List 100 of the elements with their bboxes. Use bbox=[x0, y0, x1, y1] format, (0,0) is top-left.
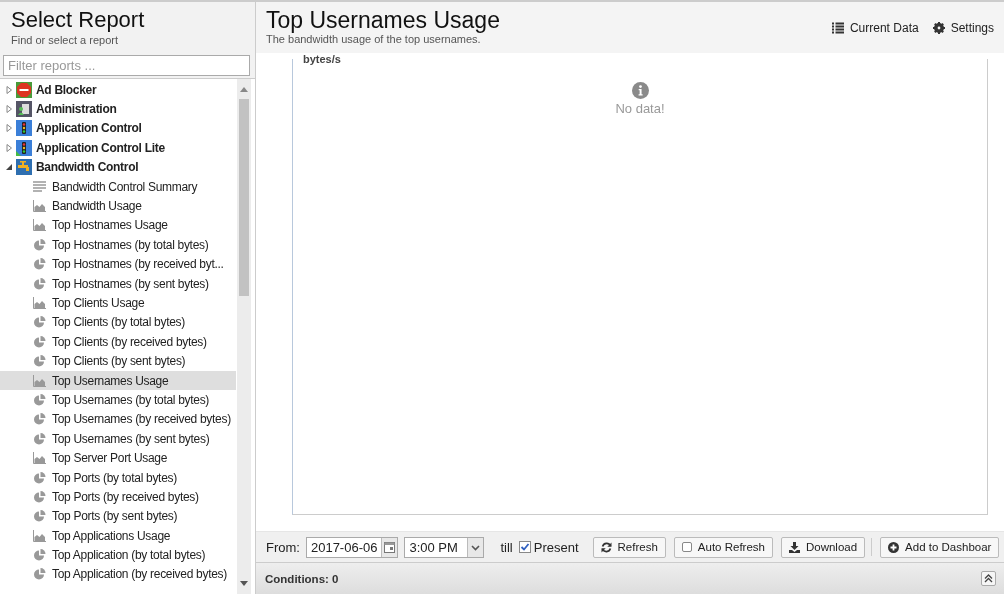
tree-item[interactable]: Top Clients (by sent bytes) bbox=[0, 351, 236, 371]
item-label: Bandwidth Control Summary bbox=[52, 179, 198, 194]
item-label: Top Hostnames (by received byt... bbox=[52, 257, 224, 272]
tree-item[interactable]: Top Hostnames (by sent bytes) bbox=[0, 273, 236, 294]
auto-refresh-button[interactable]: Auto Refresh bbox=[673, 536, 773, 558]
category-label[interactable]: Application Control Lite bbox=[36, 140, 165, 155]
empty-message: No data! bbox=[615, 101, 665, 116]
item-label: Bandwidth Usage bbox=[52, 199, 142, 214]
traffic-light-icon bbox=[16, 120, 32, 137]
tree-item[interactable]: Top Clients Usage bbox=[0, 293, 236, 313]
faucet-icon bbox=[16, 159, 32, 176]
tree-item[interactable]: Top Hostnames (by received byt... bbox=[0, 254, 236, 274]
category-label[interactable]: Application Control bbox=[36, 121, 142, 136]
item-label: Top Application (by total bytes) bbox=[52, 548, 206, 563]
add-to-dashboard-button[interactable]: Add to Dashboar bbox=[880, 536, 1000, 558]
till-label: till bbox=[500, 539, 513, 555]
item-label: Top Hostnames (by sent bytes) bbox=[52, 276, 209, 291]
admin-icon bbox=[16, 101, 32, 118]
chevron-up-icon bbox=[984, 574, 993, 583]
tree-item[interactable]: Top Applications Usage bbox=[0, 526, 236, 546]
plus-circle-icon bbox=[888, 541, 900, 553]
area-chart-icon bbox=[33, 374, 46, 387]
present-checkbox[interactable] bbox=[518, 541, 531, 553]
refresh-button[interactable]: Refresh bbox=[592, 536, 666, 558]
item-label: Top Clients (by received bytes) bbox=[52, 334, 207, 349]
from-label: From: bbox=[266, 539, 300, 555]
item-label: Top Clients Usage bbox=[52, 296, 145, 310]
tree-item[interactable]: Top Ports (by received bytes) bbox=[0, 487, 236, 507]
settings-icon bbox=[932, 22, 945, 34]
filter-field[interactable]: Filter reports ... bbox=[3, 55, 250, 76]
item-label: Top Application (by received bytes) bbox=[52, 567, 227, 582]
download-button[interactable]: Download bbox=[780, 536, 866, 558]
pie-chart-icon bbox=[33, 335, 46, 348]
traffic-light-icon bbox=[16, 139, 32, 156]
item-label: Top Server Port Usage bbox=[52, 451, 168, 466]
tree-item[interactable]: Top Application (by total bytes) bbox=[0, 545, 236, 565]
time-field[interactable]: 3:00 PM bbox=[404, 536, 485, 558]
conditions-label: Conditions: 0 bbox=[265, 572, 339, 585]
category-label[interactable]: Administration bbox=[36, 102, 117, 117]
scroll-down-icon[interactable] bbox=[240, 581, 248, 587]
pie-chart-icon bbox=[33, 510, 46, 523]
axis-label: bytes/s bbox=[303, 53, 341, 65]
scrollbar[interactable] bbox=[237, 79, 251, 594]
tree-item[interactable]: Top Ports (by sent bytes) bbox=[0, 506, 236, 526]
category-label[interactable]: Ad Blocker bbox=[36, 82, 97, 97]
area-chart-icon bbox=[33, 529, 46, 542]
calendar-icon bbox=[384, 541, 396, 553]
item-label: Top Ports (by total bytes) bbox=[52, 470, 177, 485]
item-label: Top Hostnames (by total bytes) bbox=[52, 237, 209, 252]
tree-item[interactable]: Top Usernames Usage bbox=[0, 370, 236, 391]
tree-item[interactable]: Top Hostnames (by total bytes) bbox=[0, 235, 236, 255]
pie-chart-icon bbox=[33, 413, 46, 426]
tree-item[interactable]: Top Application (by received bytes) bbox=[0, 564, 236, 585]
item-label: Top Clients (by total bytes) bbox=[52, 315, 185, 330]
item-label: Top Clients (by sent bytes) bbox=[52, 354, 186, 369]
tree-item[interactable]: Top Usernames (by total bytes) bbox=[0, 390, 236, 410]
panel-subtitle: Find or select a report bbox=[11, 34, 119, 46]
tree-item[interactable]: Top Usernames (by received bytes) bbox=[0, 409, 236, 430]
present-label: Present bbox=[533, 539, 579, 555]
list-icon bbox=[831, 22, 844, 34]
pie-chart-icon bbox=[33, 432, 46, 445]
lines-icon bbox=[33, 180, 46, 193]
item-label: Top Ports (by sent bytes) bbox=[52, 509, 178, 524]
item-label: Top Usernames (by sent bytes) bbox=[52, 431, 210, 446]
pie-chart-icon bbox=[33, 258, 46, 271]
pie-chart-icon bbox=[33, 490, 46, 503]
tree-item[interactable]: Top Hostnames Usage bbox=[0, 215, 236, 236]
item-label: Top Usernames (by total bytes) bbox=[52, 392, 210, 407]
item-label: Top Hostnames Usage bbox=[52, 218, 168, 233]
category-label[interactable]: Bandwidth Control bbox=[36, 160, 139, 175]
item-label: Top Usernames (by received bytes) bbox=[52, 412, 231, 427]
pie-chart-icon bbox=[33, 471, 46, 484]
panel-title: Select Report bbox=[11, 7, 146, 33]
area-chart-icon bbox=[33, 200, 46, 213]
item-label: Top Applications Usage bbox=[52, 528, 171, 543]
report-title: Top Usernames Usage bbox=[266, 7, 500, 33]
pie-chart-icon bbox=[33, 549, 46, 562]
current-data-button[interactable]: Current Data bbox=[831, 20, 919, 36]
tree-item[interactable]: Top Server Port Usage bbox=[0, 448, 236, 468]
date-field[interactable]: 2017-06-06 bbox=[305, 536, 399, 558]
tree-item[interactable]: Top Ports (by total bytes) bbox=[0, 467, 236, 488]
ad-blocker-icon bbox=[16, 81, 32, 98]
scroll-thumb[interactable] bbox=[239, 99, 249, 296]
settings-button[interactable]: Settings bbox=[932, 20, 994, 36]
item-label: Top Usernames Usage bbox=[52, 373, 169, 388]
area-chart-icon bbox=[33, 297, 46, 309]
refresh-icon bbox=[600, 541, 612, 553]
item-label: Top Ports (by received bytes) bbox=[52, 489, 199, 504]
expand-button[interactable] bbox=[981, 571, 996, 586]
pie-chart-icon bbox=[33, 393, 46, 406]
tree-item[interactable]: Top Usernames (by sent bytes) bbox=[0, 429, 236, 449]
scroll-up-icon[interactable] bbox=[240, 86, 248, 92]
tree-item[interactable]: Bandwidth Usage bbox=[0, 196, 236, 216]
tree-item[interactable]: Top Clients (by received bytes) bbox=[0, 332, 236, 352]
pie-chart-icon bbox=[33, 316, 46, 329]
tree-item[interactable]: Bandwidth Control Summary bbox=[0, 176, 236, 197]
pie-chart-icon bbox=[33, 568, 46, 581]
pie-chart-icon bbox=[33, 277, 46, 290]
tree-item[interactable]: Top Clients (by total bytes) bbox=[0, 312, 236, 333]
check-icon bbox=[519, 542, 530, 552]
